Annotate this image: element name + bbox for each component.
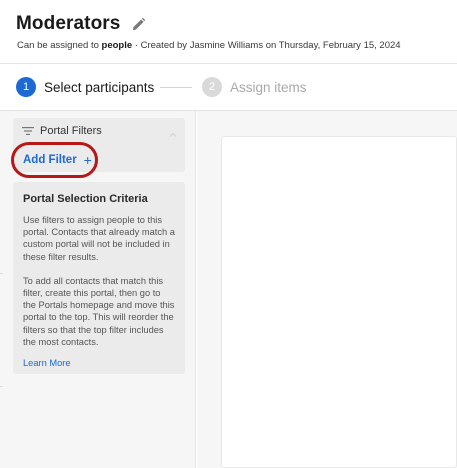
step-select-participants[interactable]: 1 Select participants — [16, 77, 154, 97]
edge-divider — [0, 386, 3, 387]
stepper: 1 Select participants 2 Assign items — [0, 64, 457, 111]
subtitle-assignee-type: people — [101, 40, 133, 51]
page-title: Moderators — [16, 13, 121, 34]
criteria-paragraph-1: Use filters to assign people to this por… — [23, 215, 175, 262]
criteria-paragraph-2: To add all contacts that match this filt… — [23, 275, 175, 347]
subtitle-prefix: Can be assigned to — [17, 40, 102, 51]
step-number-badge: 2 — [202, 77, 222, 97]
step-number-badge: 1 — [16, 77, 36, 97]
step-label: Select participants — [44, 79, 155, 95]
add-filter-label: Add Filter — [23, 154, 77, 166]
step-connector — [160, 87, 192, 88]
page-subtitle: Can be assigned to people · Created by J… — [17, 40, 401, 51]
step-label: Assign items — [230, 79, 307, 95]
page-header: Moderators Can be assigned to people · C… — [0, 0, 457, 64]
filters-sidebar: Portal Filters Add Filter + Portal Selec… — [0, 111, 196, 468]
add-filter-button[interactable]: Add Filter + — [23, 153, 92, 167]
learn-more-link[interactable]: Learn More — [23, 358, 71, 368]
main-content-area — [197, 111, 457, 468]
pencil-icon[interactable] — [130, 16, 146, 32]
portal-filters-header: Portal Filters — [22, 125, 102, 137]
chevron-up-icon[interactable] — [169, 126, 177, 137]
title-row: Moderators — [16, 13, 146, 35]
plus-icon: + — [83, 152, 92, 168]
filter-icon — [22, 126, 34, 136]
edge-divider — [0, 273, 3, 274]
portal-filters-title: Portal Filters — [40, 125, 102, 137]
results-panel — [221, 136, 457, 468]
subtitle-created-by: · Created by Jasmine Williams on Thursda… — [132, 40, 401, 51]
portal-filters-card: Portal Filters Add Filter + — [11, 118, 185, 178]
criteria-title: Portal Selection Criteria — [23, 193, 148, 205]
step-assign-items[interactable]: 2 Assign items — [202, 77, 307, 97]
portal-selection-criteria-card: Portal Selection Criteria Use filters to… — [13, 182, 185, 374]
